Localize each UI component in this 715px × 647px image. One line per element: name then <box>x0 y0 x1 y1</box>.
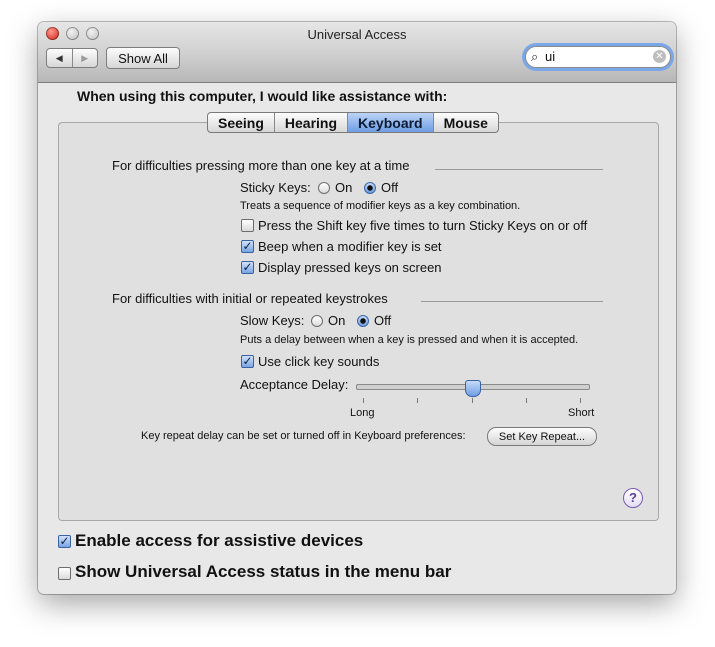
sticky-on-radio[interactable] <box>318 182 330 194</box>
slider-tick <box>580 398 581 403</box>
window-title: Universal Access <box>307 27 407 42</box>
tab-keyboard[interactable]: Keyboard <box>347 113 433 132</box>
sticky-on-label[interactable]: On <box>335 180 352 195</box>
slow-description: Puts a delay between when a key is press… <box>240 334 579 346</box>
section-divider <box>421 301 603 302</box>
beep-modifier-label[interactable]: Beep when a modifier key is set <box>258 239 442 254</box>
acceptance-delay-label: Acceptance Delay: <box>240 377 349 392</box>
search-field[interactable]: ⌕ ui ✕ <box>525 46 671 68</box>
slider-min-label: Long <box>350 407 375 419</box>
tab-seeing[interactable]: Seeing <box>208 113 274 132</box>
display-keys-label[interactable]: Display pressed keys on screen <box>258 260 442 275</box>
section-divider <box>435 169 603 170</box>
forward-arrow-icon: ▶ <box>81 52 89 63</box>
menu-bar-status-checkbox[interactable] <box>58 567 71 580</box>
slider-knob[interactable] <box>465 380 481 397</box>
slider-tick <box>417 398 418 403</box>
window: Universal Access ◀ ▶ Show All ⌕ ui ✕ Whe… <box>38 22 676 594</box>
slow-section-title: For difficulties with initial or repeate… <box>112 291 388 306</box>
slow-on-radio[interactable] <box>311 315 323 327</box>
display-keys-checkbox[interactable]: ✓ <box>241 261 254 274</box>
key-repeat-note: Key repeat delay can be set or turned of… <box>141 430 466 442</box>
slow-on-label[interactable]: On <box>328 313 345 328</box>
beep-modifier-checkbox[interactable]: ✓ <box>241 240 254 253</box>
slow-off-radio[interactable] <box>357 315 369 327</box>
slider-tick <box>363 398 364 403</box>
slow-keys-label: Slow Keys: <box>240 313 305 328</box>
back-arrow-icon: ◀ <box>55 52 63 63</box>
search-input[interactable]: ui <box>545 49 555 64</box>
show-all-button[interactable]: Show All <box>106 47 180 69</box>
sticky-keys-label: Sticky Keys: <box>240 180 311 195</box>
slider-max-label: Short <box>568 407 595 419</box>
toolbar: Universal Access ◀ ▶ Show All ⌕ ui ✕ <box>38 22 676 83</box>
search-icon: ⌕ <box>531 49 539 64</box>
shift-five-times-checkbox[interactable] <box>241 219 254 232</box>
sticky-description: Treats a sequence of modifier keys as a … <box>240 200 521 212</box>
shift-five-times-label[interactable]: Press the Shift key five times to turn S… <box>258 218 587 233</box>
assistive-devices-label[interactable]: Enable access for assistive devices <box>75 531 363 551</box>
forward-button[interactable]: ▶ <box>71 49 98 67</box>
tab-bar: Seeing Hearing Keyboard Mouse <box>207 112 499 133</box>
click-sounds-label[interactable]: Use click key sounds <box>258 354 379 369</box>
sticky-off-label[interactable]: Off <box>381 180 398 195</box>
slow-off-label[interactable]: Off <box>374 313 391 328</box>
back-button[interactable]: ◀ <box>47 49 72 67</box>
sticky-off-radio[interactable] <box>364 182 376 194</box>
sticky-section-title: For difficulties pressing more than one … <box>112 158 410 173</box>
tab-hearing[interactable]: Hearing <box>273 113 347 132</box>
back-forward-control: ◀ ▶ <box>46 48 98 68</box>
clear-icon[interactable]: ✕ <box>653 50 666 63</box>
help-button[interactable]: ? <box>623 488 643 508</box>
tab-mouse[interactable]: Mouse <box>432 113 498 132</box>
page-heading: When using this computer, I would like a… <box>77 88 448 104</box>
slider-tick <box>526 398 527 403</box>
menu-bar-status-label[interactable]: Show Universal Access status in the menu… <box>75 562 451 582</box>
slider-tick <box>472 398 473 403</box>
assistive-devices-checkbox[interactable]: ✓ <box>58 535 71 548</box>
set-key-repeat-button[interactable]: Set Key Repeat... <box>487 427 597 446</box>
click-sounds-checkbox[interactable]: ✓ <box>241 355 254 368</box>
